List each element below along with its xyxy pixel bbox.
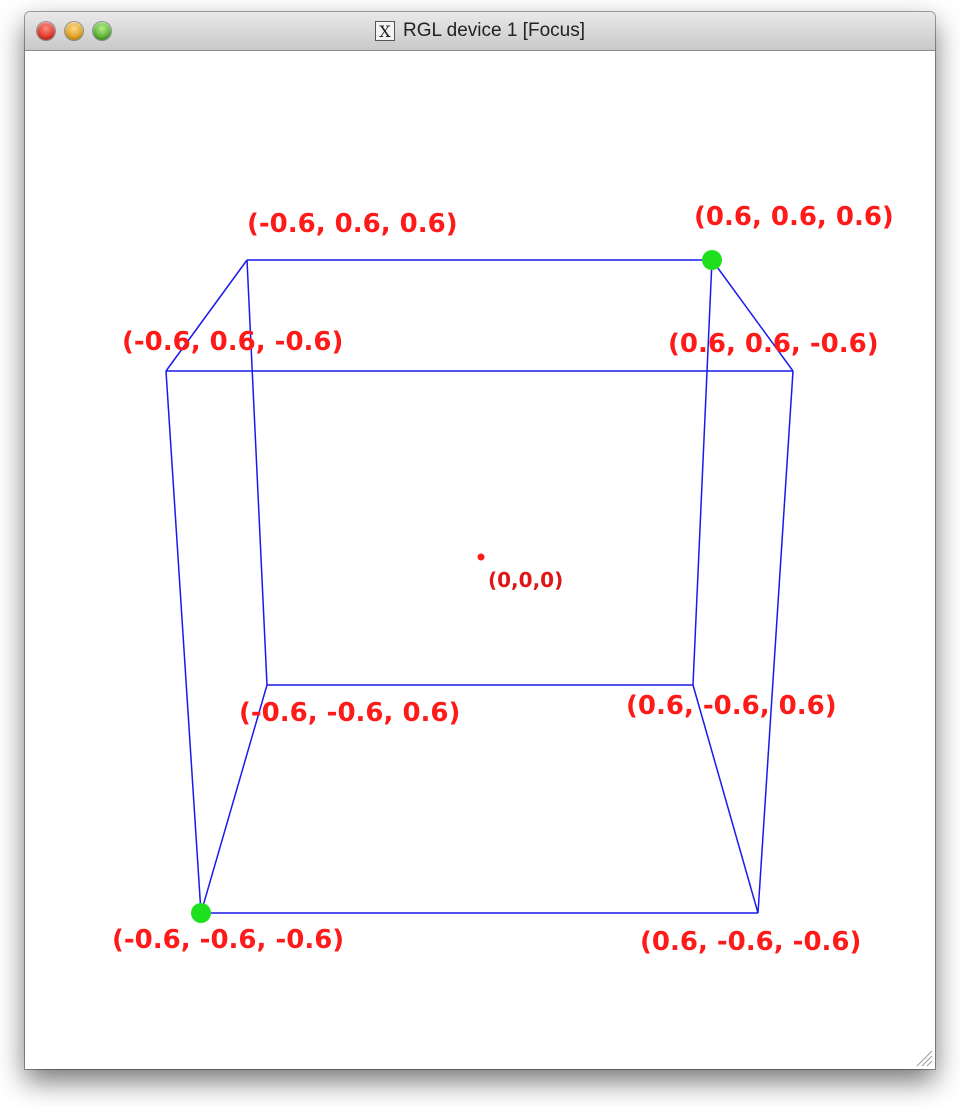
vertex-marker <box>191 903 211 923</box>
cube-scene[interactable]: (0,0,0) (-0.6, -0.6, -0.6) (0.6, -0.6, -0… <box>25 51 935 1069</box>
cube-edge <box>165 370 202 914</box>
title-group: X RGL device 1 [Focus] <box>25 12 935 50</box>
window-title: RGL device 1 [Focus] <box>403 20 585 41</box>
cube-edge <box>692 259 713 686</box>
vertex-label: (-0.6, -0.6, 0.6) <box>239 698 460 728</box>
origin-point <box>477 553 485 561</box>
title-bar[interactable]: X RGL device 1 [Focus] <box>25 12 935 51</box>
vertex-label: (0.6, 0.6, -0.6) <box>668 329 879 359</box>
vertex-label: (-0.6, -0.6, -0.6) <box>112 925 344 955</box>
vertex-label: (-0.6, 0.6, -0.6) <box>122 327 343 357</box>
cube-edge <box>246 259 268 686</box>
vertex-label: (0.6, -0.6, -0.6) <box>640 927 861 957</box>
vertex-label: (0.6, -0.6, 0.6) <box>626 691 837 721</box>
origin-label: (0,0,0) <box>488 568 563 592</box>
vertex-marker <box>702 250 722 270</box>
x11-icon: X <box>375 21 395 41</box>
vertex-label: (-0.6, 0.6, 0.6) <box>247 209 458 239</box>
resize-grip-icon[interactable] <box>913 1047 933 1067</box>
vertex-label: (0.6, 0.6, 0.6) <box>694 202 894 232</box>
rgl-3d-canvas[interactable]: (0,0,0) (-0.6, -0.6, -0.6) (0.6, -0.6, -0… <box>25 51 935 1069</box>
cube-edge <box>757 370 794 914</box>
